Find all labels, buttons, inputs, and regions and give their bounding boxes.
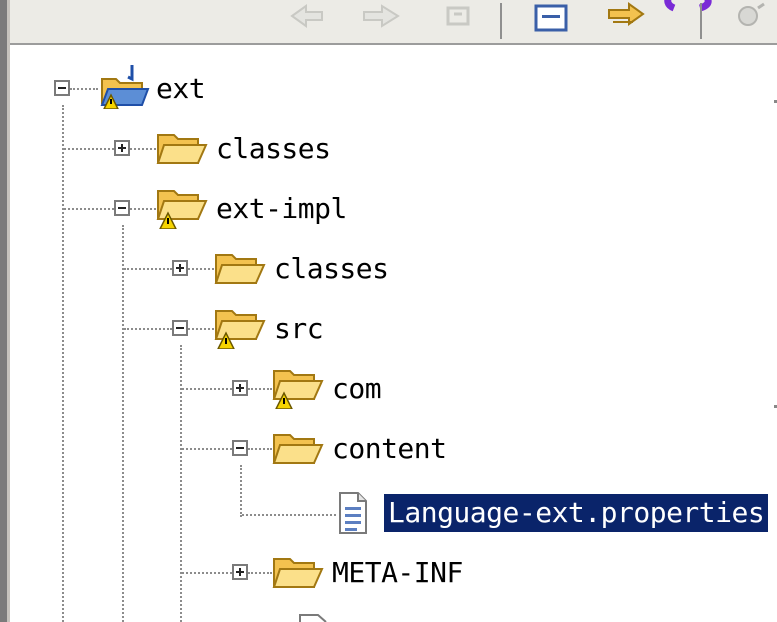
tree-node-label[interactable]: content (332, 430, 447, 468)
tree-node-label[interactable]: ext (156, 70, 206, 108)
expander-src[interactable] (172, 320, 188, 336)
expander-content[interactable] (232, 440, 248, 456)
expander-ext-impl[interactable] (114, 200, 130, 216)
tree-connector (248, 388, 272, 390)
tree-node-label-selected[interactable]: Language-ext.properties (384, 494, 769, 532)
tree-node-label[interactable]: src (274, 310, 324, 348)
tree-connector (64, 208, 114, 210)
tree-connector (248, 572, 272, 574)
folder-icon (272, 434, 324, 464)
tree-connector (182, 388, 232, 390)
tree-connector (70, 88, 98, 90)
folder-icon (156, 134, 208, 164)
left-border (0, 0, 10, 622)
folder-icon (214, 254, 266, 284)
tree-node-label[interactable]: classes (216, 130, 331, 168)
view-menu-icon[interactable] (732, 2, 768, 32)
folder-warning-icon (156, 190, 208, 229)
tree-connector (188, 268, 214, 270)
toolbar (10, 0, 777, 45)
tree-connector (130, 148, 156, 150)
folder-warning-icon (272, 370, 324, 409)
link-with-editor-icon[interactable] (605, 2, 649, 32)
forward-arrow-icon[interactable] (360, 2, 404, 32)
toolbar-separator (500, 3, 502, 39)
properties-file-icon (339, 492, 367, 534)
tree-connector (182, 448, 232, 450)
tree-node-label[interactable]: ext-impl (216, 190, 347, 228)
expander-com[interactable] (232, 380, 248, 396)
project-explorer-tree: ext classes ext-impl classes src com con… (10, 45, 777, 622)
tree-guide-line (122, 225, 124, 622)
overlay-marker-icon (664, 0, 712, 12)
folder-icon (272, 558, 324, 588)
tree-node-label[interactable]: com (332, 370, 382, 408)
tree-connector (130, 208, 156, 210)
tree-node-label[interactable]: classes (274, 250, 389, 288)
tree-guide-line (240, 465, 242, 517)
up-level-icon[interactable] (440, 2, 480, 32)
tree-connector (124, 268, 172, 270)
tree-connector (248, 448, 272, 450)
tree-connector (64, 148, 114, 150)
expander-classes[interactable] (114, 140, 130, 156)
tree-connector (188, 328, 214, 330)
expander-ext[interactable] (54, 80, 70, 96)
expander-classes[interactable] (172, 260, 188, 276)
tree-guide-line (180, 345, 182, 622)
tree-node-label[interactable]: META-INF (332, 554, 463, 592)
toolbar-separator (700, 3, 702, 39)
project-folder-warning-icon (100, 65, 150, 109)
tree-connector (182, 572, 232, 574)
tree-connector (124, 328, 172, 330)
tree-guide-line (62, 105, 64, 622)
tree-connector (242, 514, 336, 516)
file-icon-partial (299, 614, 327, 622)
expander-meta-inf[interactable] (232, 564, 248, 580)
collapse-all-icon[interactable] (530, 2, 574, 32)
back-arrow-icon[interactable] (288, 2, 328, 32)
folder-warning-icon (214, 310, 266, 349)
